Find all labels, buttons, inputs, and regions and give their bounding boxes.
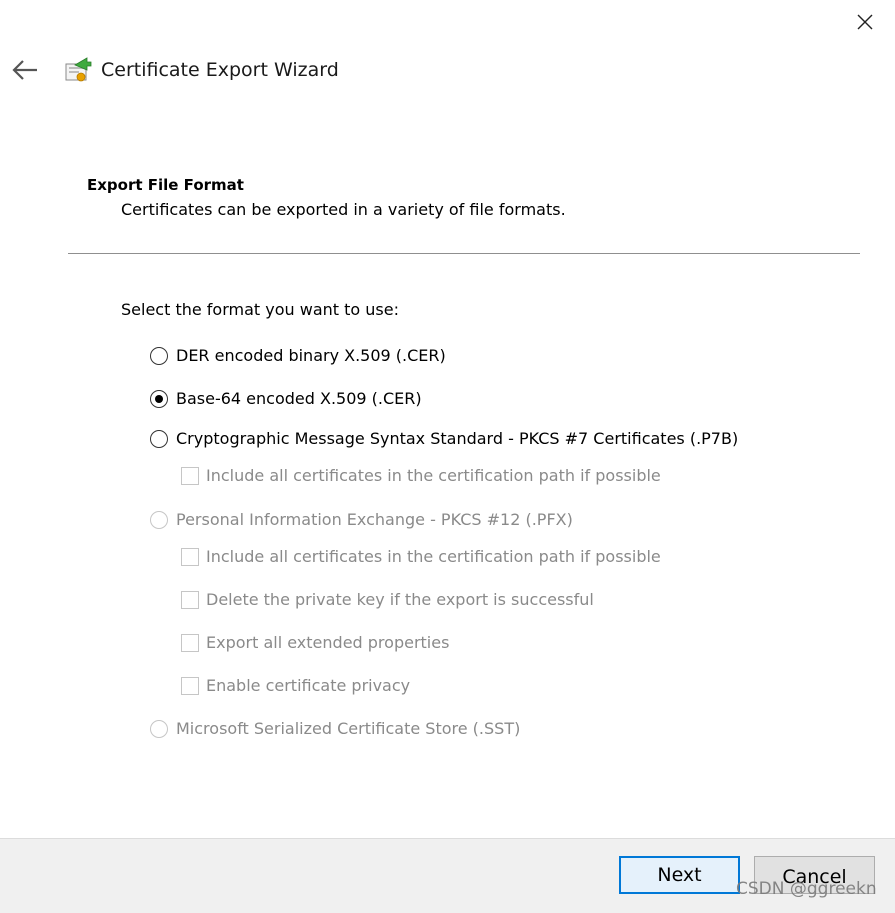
checkbox-pfx-include-chain[interactable] xyxy=(181,547,199,566)
certificate-export-icon xyxy=(63,55,93,85)
close-icon xyxy=(857,14,873,30)
section-title: Export File Format xyxy=(87,176,244,194)
next-button[interactable]: Next xyxy=(619,856,740,894)
checkbox-p7b-include-chain[interactable] xyxy=(181,466,199,485)
radio-sst[interactable] xyxy=(150,719,168,738)
format-option-sst[interactable]: Microsoft Serialized Certificate Store (… xyxy=(150,719,520,738)
format-prompt: Select the format you want to use: xyxy=(121,300,399,319)
format-option-der[interactable]: DER encoded binary X.509 (.CER) xyxy=(150,346,446,365)
checkbox-pfx-privacy[interactable] xyxy=(181,676,199,695)
radio-der[interactable] xyxy=(150,346,168,365)
section-description: Certificates can be exported in a variet… xyxy=(121,200,566,219)
format-option-pfx[interactable]: Personal Information Exchange - PKCS #12… xyxy=(150,510,573,529)
back-arrow-icon xyxy=(12,60,37,80)
radio-base64[interactable] xyxy=(150,389,168,408)
pfx-privacy-label: Enable certificate privacy xyxy=(206,676,411,695)
p7b-include-chain-option[interactable]: Include all certificates in the certific… xyxy=(181,466,661,485)
format-label-base64: Base-64 encoded X.509 (.CER) xyxy=(176,389,422,408)
pfx-include-chain-label: Include all certificates in the certific… xyxy=(206,547,661,566)
format-option-pkcs7[interactable]: Cryptographic Message Syntax Standard - … xyxy=(150,429,738,448)
wizard-title: Certificate Export Wizard xyxy=(101,59,339,81)
format-label-der: DER encoded binary X.509 (.CER) xyxy=(176,346,446,365)
pfx-include-chain-option[interactable]: Include all certificates in the certific… xyxy=(181,547,661,566)
close-button[interactable] xyxy=(853,10,877,34)
checkbox-pfx-delete-key[interactable] xyxy=(181,590,199,609)
watermark: CSDN @ggreekn xyxy=(736,879,877,899)
radio-pkcs7[interactable] xyxy=(150,429,168,448)
format-label-pkcs7: Cryptographic Message Syntax Standard - … xyxy=(176,429,739,448)
pfx-delete-key-label: Delete the private key if the export is … xyxy=(206,590,594,609)
format-label-pfx: Personal Information Exchange - PKCS #12… xyxy=(176,510,573,529)
checkbox-pfx-export-properties[interactable] xyxy=(181,633,199,652)
back-button[interactable] xyxy=(10,57,40,83)
pfx-export-properties-option[interactable]: Export all extended properties xyxy=(181,633,449,652)
pfx-delete-key-option[interactable]: Delete the private key if the export is … xyxy=(181,590,594,609)
header-divider xyxy=(68,253,860,254)
pfx-privacy-option[interactable]: Enable certificate privacy xyxy=(181,676,410,695)
format-label-sst: Microsoft Serialized Certificate Store (… xyxy=(176,719,521,738)
radio-pfx[interactable] xyxy=(150,510,168,529)
p7b-include-chain-label: Include all certificates in the certific… xyxy=(206,466,661,485)
format-option-base64[interactable]: Base-64 encoded X.509 (.CER) xyxy=(150,389,422,408)
pfx-export-properties-label: Export all extended properties xyxy=(206,633,450,652)
